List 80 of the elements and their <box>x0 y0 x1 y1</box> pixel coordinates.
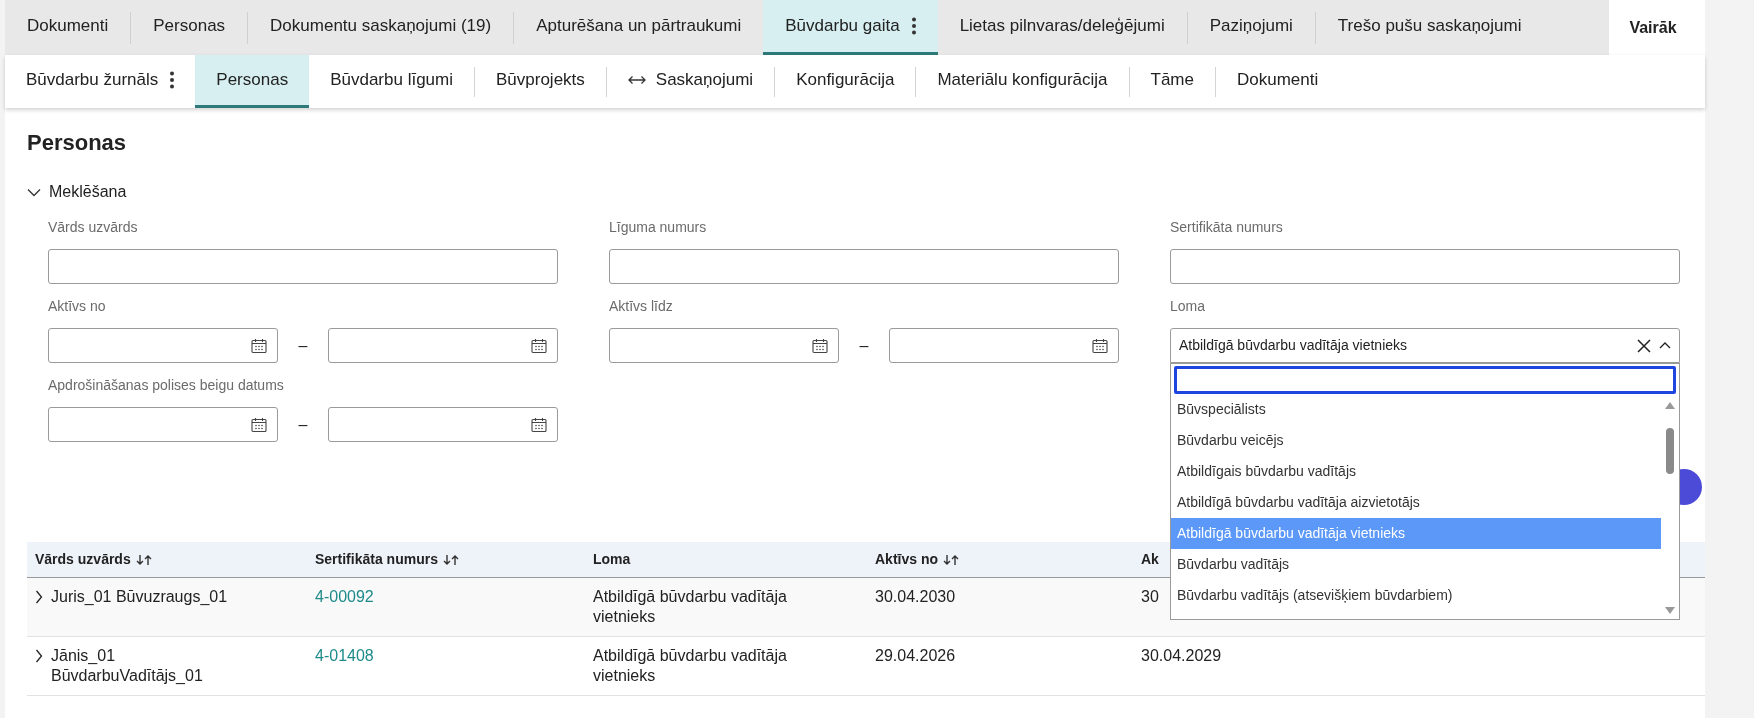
table-cell-text: 30.04.2029 <box>1141 646 1222 666</box>
tab[interactable]: Konfigurācija <box>775 55 916 108</box>
tab[interactable]: Būvdarbu līgumi <box>309 55 474 108</box>
column-header: Loma <box>592 550 632 569</box>
tab[interactable]: Apturēšana un pārtraukumi <box>514 0 764 55</box>
date-field[interactable] <box>328 328 558 363</box>
input-field[interactable] <box>609 249 1119 284</box>
dropdown-option[interactable]: Būvdarbu veicējs <box>1171 425 1661 456</box>
chevron-icon <box>27 187 41 197</box>
table-cell-text: Juris_01 Būvuzraugs_01 <box>51 587 229 607</box>
tab[interactable]: Tāme <box>1129 55 1215 108</box>
field-label: Sertifikāta numurs <box>1170 218 1284 237</box>
close-icon <box>1637 338 1651 353</box>
field-label: Loma <box>1170 297 1207 316</box>
input-field[interactable] <box>1170 249 1680 284</box>
input-field[interactable] <box>48 249 558 284</box>
double-arrow-icon <box>627 75 646 85</box>
table-cell-text: 30.04.2030 <box>875 587 956 607</box>
calendar-icon <box>812 337 828 354</box>
more-vertical-icon[interactable] <box>170 71 175 89</box>
tab[interactable]: Lietas pilnvaras/deleģējumi <box>937 0 1187 55</box>
certificate-link[interactable]: 4-00092 <box>315 587 374 636</box>
more-button[interactable]: Vairāk <box>1609 0 1705 55</box>
select-value: Atbildīgā būvdarbu vadītāja vietnieks <box>1179 336 1409 355</box>
table-cell-text: 30 <box>1141 587 1159 607</box>
dropdown-option[interactable]: Atbildīgā būvdarbu vadītāja aizvietotājs <box>1171 487 1661 518</box>
tab[interactable]: Būvdarbu gaita <box>763 0 938 55</box>
tab[interactable]: Personas <box>195 55 310 108</box>
tab[interactable]: Būvprojekts <box>475 55 606 108</box>
range-dash: – <box>297 414 309 435</box>
calendar-icon <box>531 337 547 354</box>
range-dash: – <box>297 335 309 356</box>
tab[interactable]: Dokumenti <box>5 0 131 55</box>
range-dash: – <box>858 335 870 356</box>
select-field[interactable]: Atbildīgā būvdarbu vadītāja vietnieks <box>1170 328 1680 363</box>
table-cell-text: Atbildīgā būvdarbu vadītāja vietnieks <box>593 646 788 686</box>
date-field[interactable] <box>48 407 278 442</box>
dropdown-option[interactable]: Atbildīgais būvdarbu vadītājs <box>1171 456 1661 487</box>
tab[interactable]: Paziņojumi <box>1187 0 1315 55</box>
scroll-down-icon <box>1665 607 1675 614</box>
table-cell-text: Atbildīgā būvdarbu vadītāja vietnieks <box>593 587 788 627</box>
certificate-link[interactable]: 4-01408 <box>315 646 374 695</box>
page-title: Personas <box>27 129 128 157</box>
field-label: Līguma numurs <box>609 218 708 237</box>
search-toggle[interactable]: Meklēšana <box>27 180 127 204</box>
column-header[interactable]: Aktīvs no <box>867 549 1133 570</box>
date-field[interactable] <box>48 328 278 363</box>
field-label: Aktīvs no <box>48 297 107 316</box>
field-label: Vārds uzvārds <box>48 218 139 237</box>
chevron-icon[interactable] <box>35 649 43 663</box>
date-field[interactable] <box>328 407 558 442</box>
chevron-icon[interactable] <box>35 590 43 604</box>
column-header: Ak <box>1141 550 1159 569</box>
calendar-icon <box>531 416 547 433</box>
dropdown-option[interactable]: Būvdarbu vadītājs <box>1171 549 1661 580</box>
tab[interactable]: Saskaņojumi <box>606 55 775 108</box>
tab[interactable]: Trešo pušu saskaņojumi <box>1315 0 1544 55</box>
scroll-up-icon <box>1665 402 1675 409</box>
tab[interactable]: Materiālu konfigurācija <box>916 55 1129 108</box>
table-cell-text: Jānis_01 BūvdarbuVadītājs_01 <box>51 646 204 686</box>
dropdown-search-field[interactable] <box>1174 366 1676 394</box>
tab[interactable]: Dokumentu saskaņojumi (19) <box>248 0 514 55</box>
tab[interactable]: Dokumenti <box>1216 55 1340 108</box>
date-field[interactable] <box>609 328 839 363</box>
tab[interactable]: Būvdarbu žurnāls <box>5 55 196 108</box>
calendar-icon <box>1092 337 1108 354</box>
column-header[interactable]: Vārds uzvārds <box>27 549 307 570</box>
calendar-icon <box>251 416 267 433</box>
calendar-icon <box>251 337 267 354</box>
scrollbar-thumb[interactable] <box>1666 428 1674 474</box>
date-field[interactable] <box>889 328 1119 363</box>
more-vertical-icon[interactable] <box>911 17 916 35</box>
column-header[interactable]: Sertifikāta numurs <box>307 549 585 570</box>
table-cell-text: 29.04.2026 <box>875 646 956 666</box>
dropdown-option[interactable]: Būvdarbu vadītājs (atsevišķiem būvdarbiem) <box>1171 580 1661 611</box>
field-label: Aktīvs līdz <box>609 297 674 316</box>
dropdown-option[interactable]: Būvspeciālists <box>1171 394 1661 425</box>
field-label: Apdrošināšanas polises beigu datums <box>48 376 285 395</box>
tab[interactable]: Personas <box>131 0 248 55</box>
chevron-icon <box>1659 342 1671 349</box>
